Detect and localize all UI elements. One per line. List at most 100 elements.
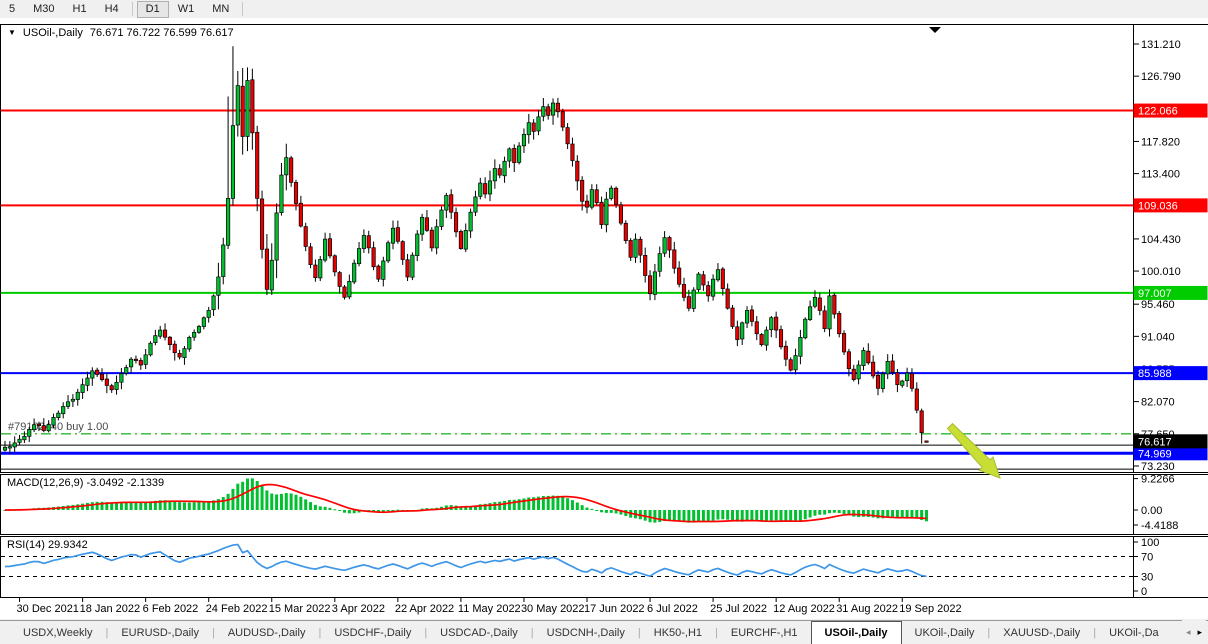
- macd-histogram-bar: [227, 494, 230, 510]
- candle-up: [8, 447, 11, 448]
- timeframe-button-w1[interactable]: W1: [169, 1, 204, 18]
- date-label: 31 Aug 2022: [836, 603, 898, 615]
- candle-down: [42, 426, 45, 431]
- candle-up: [610, 188, 613, 198]
- candle-down: [459, 231, 462, 248]
- macd-histogram-bar: [581, 505, 584, 510]
- tab-scroll-left[interactable]: ◂: [1186, 627, 1191, 638]
- macd-histogram-bar: [910, 510, 913, 518]
- timeframe-toolbar: 5M30H1H4 D1W1MN: [0, 0, 1208, 18]
- candle-up: [18, 439, 21, 442]
- candle-down: [789, 360, 792, 370]
- macd-histogram-bar: [775, 510, 778, 520]
- macd-histogram-bar: [813, 510, 816, 516]
- macd-histogram-bar: [683, 510, 686, 522]
- macd-histogram-bar: [605, 510, 608, 513]
- candle-down: [105, 379, 108, 385]
- candle-up: [813, 297, 816, 306]
- candle-down: [328, 239, 331, 256]
- candle-down: [673, 250, 676, 268]
- candle-up: [799, 337, 802, 356]
- macd-histogram-bar: [120, 503, 123, 510]
- tab-eurchf-h1[interactable]: EURCHF-,H1: [718, 621, 811, 644]
- candle-down: [241, 86, 244, 136]
- macd-histogram-bar: [503, 501, 506, 510]
- price-chart-canvas[interactable]: #79102440 buy 1.00131.210126.790122.3051…: [0, 18, 1208, 644]
- date-label: 30 May 2022: [521, 603, 585, 615]
- timeframe-button-mn[interactable]: MN: [203, 1, 238, 18]
- macd-axis-label: 9.2266: [1141, 474, 1175, 486]
- tab-audusd-daily[interactable]: AUDUSD-,Daily: [215, 621, 319, 644]
- macd-histogram-bar: [493, 502, 496, 510]
- tab-ukoil-daily[interactable]: UKOil-,Daily: [902, 621, 988, 644]
- candle-down: [260, 199, 263, 249]
- candle-down: [265, 249, 268, 289]
- order-line-label: #79102440 buy 1.00: [8, 421, 108, 433]
- tab-usdcad-daily[interactable]: USDCAD-,Daily: [427, 621, 531, 644]
- candle-up: [488, 181, 491, 194]
- candle-up: [537, 117, 540, 131]
- candle-up: [808, 307, 811, 320]
- candle-down: [891, 361, 894, 372]
- rsi-axis-label: 0: [1141, 586, 1147, 598]
- tab-usdcnh-daily[interactable]: USDCNH-,Daily: [534, 621, 638, 644]
- candle-down: [842, 333, 845, 351]
- date-label: 3 Apr 2022: [332, 603, 385, 615]
- candle-up: [115, 382, 118, 389]
- date-label: 12 Aug 2022: [773, 603, 835, 615]
- timeframe-button-d1[interactable]: D1: [137, 1, 169, 18]
- macd-histogram-bar: [712, 510, 715, 521]
- toolbar-separator: [242, 2, 243, 16]
- tab-hk50-h1[interactable]: HK50-,H1: [641, 621, 715, 644]
- price-tick-label: 104.430: [1141, 234, 1181, 246]
- macd-histogram-bar: [198, 502, 201, 510]
- candle-up: [881, 374, 884, 389]
- price-tick-label: 117.820: [1141, 136, 1180, 148]
- macd-histogram-bar: [275, 494, 278, 510]
- tab-xauusd-daily[interactable]: XAUUSD-,Daily: [990, 621, 1093, 644]
- macd-histogram-bar: [818, 510, 821, 515]
- macd-histogram-bar: [891, 510, 894, 518]
- symbol-tabbar: USDX,Weekly|EURUSD-,Daily|AUDUSD-,Daily|…: [0, 620, 1208, 644]
- candle-up: [217, 277, 220, 295]
- candle-up: [440, 210, 443, 226]
- candle-up: [741, 323, 744, 339]
- date-label: 6 Feb 2022: [143, 603, 199, 615]
- candle-down: [110, 386, 113, 390]
- macd-histogram-bar: [489, 503, 492, 510]
- tab-ukoil-da[interactable]: UKOil-,Da: [1096, 621, 1172, 644]
- macd-axis-label: -4.4188: [1141, 520, 1178, 532]
- candle-up: [154, 336, 157, 343]
- level-price-badge-label: 74.969: [1138, 448, 1172, 460]
- tab-usdchf-daily[interactable]: USDCHF-,Daily: [321, 621, 424, 644]
- candle-down: [629, 240, 632, 257]
- candle-down: [784, 346, 787, 359]
- tab-usdx-weekly[interactable]: USDX,Weekly: [10, 621, 105, 644]
- timeframe-button-5[interactable]: 5: [0, 1, 24, 18]
- candle-up: [86, 378, 89, 385]
- candle-up: [13, 443, 16, 447]
- macd-histogram-bar: [571, 500, 574, 510]
- candle-down: [367, 236, 370, 248]
- macd-histogram-bar: [838, 510, 841, 513]
- candle-up: [62, 407, 65, 414]
- candle-up: [901, 381, 904, 385]
- candle-down: [920, 411, 923, 433]
- macd-histogram-bar: [270, 494, 273, 510]
- timeframe-button-h4[interactable]: H4: [96, 1, 128, 18]
- tab-scroll-right[interactable]: ▸: [1197, 627, 1202, 638]
- timeframe-button-h1[interactable]: H1: [64, 1, 96, 18]
- timeframe-button-m30[interactable]: M30: [24, 1, 63, 18]
- candle-down: [595, 190, 598, 203]
- candle-up: [765, 330, 768, 345]
- tab-eurusd-daily[interactable]: EURUSD-,Daily: [108, 621, 212, 644]
- candle-up: [745, 310, 748, 323]
- macd-histogram-bar: [799, 510, 802, 521]
- candle-up: [32, 425, 35, 430]
- macd-histogram-bar: [561, 497, 564, 510]
- macd-histogram-bar: [91, 502, 94, 510]
- candle-down: [639, 239, 642, 255]
- tab-usoil-daily[interactable]: USOil-,Daily: [811, 621, 902, 644]
- date-label: 18 Jan 2022: [80, 603, 141, 615]
- price-tick-label: 131.210: [1141, 39, 1181, 51]
